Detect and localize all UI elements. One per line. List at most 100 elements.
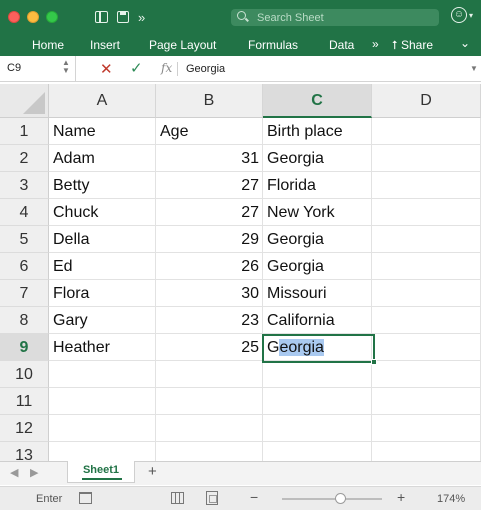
zoom-slider-track[interactable] (282, 498, 382, 500)
name-box[interactable]: C9 ▲ ▼ (0, 56, 76, 81)
cell-b8[interactable]: 23 (156, 307, 263, 334)
cell-b12[interactable] (156, 415, 263, 442)
save-icon[interactable] (117, 11, 129, 23)
cell-a5[interactable]: Della (49, 226, 156, 253)
row-header-10[interactable]: 10 (0, 361, 49, 388)
row-header-1[interactable]: 1 (0, 118, 49, 145)
cell-b13[interactable] (156, 442, 263, 461)
cell-a1[interactable]: Name (49, 118, 156, 145)
cell-d4[interactable] (372, 199, 481, 226)
cell-b10[interactable] (156, 361, 263, 388)
tab-page-layout[interactable]: Page Layout (149, 38, 216, 52)
cell-d10[interactable] (372, 361, 481, 388)
zoom-out-button[interactable]: − (250, 489, 258, 505)
zoom-slider-thumb[interactable] (335, 493, 346, 504)
minimize-window-button[interactable] (27, 11, 39, 23)
feedback-smiley-icon[interactable]: ☺ (451, 7, 467, 23)
formula-input[interactable] (186, 61, 466, 77)
cell-c9[interactable]: Georgia (263, 334, 372, 361)
cell-b4[interactable]: 27 (156, 199, 263, 226)
cell-d2[interactable] (372, 145, 481, 172)
maximize-window-button[interactable] (46, 11, 58, 23)
cell-d13[interactable] (372, 442, 481, 461)
normal-view-icon[interactable] (171, 492, 184, 504)
cell-a4[interactable]: Chuck (49, 199, 156, 226)
cell-c5[interactable]: Georgia (263, 226, 372, 253)
cell-c3[interactable]: Florida (263, 172, 372, 199)
cell-d11[interactable] (372, 388, 481, 415)
row-header-13[interactable]: 13 (0, 442, 49, 461)
close-window-button[interactable] (8, 11, 20, 23)
feedback-caret-icon[interactable]: ▾ (469, 11, 473, 20)
cell-a2[interactable]: Adam (49, 145, 156, 172)
cell-a6[interactable]: Ed (49, 253, 156, 280)
row-header-4[interactable]: 4 (0, 199, 49, 226)
cell-c4[interactable]: New York (263, 199, 372, 226)
column-header-a[interactable]: A (49, 84, 156, 118)
cell-b11[interactable] (156, 388, 263, 415)
row-header-2[interactable]: 2 (0, 145, 49, 172)
row-header-12[interactable]: 12 (0, 415, 49, 442)
cell-b1[interactable]: Age (156, 118, 263, 145)
cell-a12[interactable] (49, 415, 156, 442)
row-header-3[interactable]: 3 (0, 172, 49, 199)
cell-c1[interactable]: Birth place (263, 118, 372, 145)
cell-b3[interactable]: 27 (156, 172, 263, 199)
cell-b5[interactable]: 29 (156, 226, 263, 253)
row-header-7[interactable]: 7 (0, 280, 49, 307)
ribbon-collapse-chevron-icon[interactable]: ⌄ (460, 36, 470, 50)
tab-data[interactable]: Data (329, 38, 354, 52)
cell-d12[interactable] (372, 415, 481, 442)
search-box[interactable] (231, 9, 439, 26)
cell-a9[interactable]: Heather (49, 334, 156, 361)
name-box-stepper-icon[interactable]: ▲ ▼ (62, 59, 70, 75)
column-header-d[interactable]: D (372, 84, 481, 118)
next-sheet-icon[interactable]: ▶ (30, 466, 38, 479)
cell-c2[interactable]: Georgia (263, 145, 372, 172)
cancel-edit-icon[interactable]: ✕ (100, 60, 113, 78)
column-header-c[interactable]: C (263, 84, 372, 118)
cell-c6[interactable]: Georgia (263, 253, 372, 280)
add-sheet-button[interactable]: + (148, 463, 157, 480)
previous-sheet-icon[interactable]: ◀ (10, 466, 18, 479)
cell-d3[interactable] (372, 172, 481, 199)
cell-a7[interactable]: Flora (49, 280, 156, 307)
row-header-11[interactable]: 11 (0, 388, 49, 415)
zoom-in-button[interactable]: + (397, 489, 405, 505)
cell-c8[interactable]: California (263, 307, 372, 334)
cell-d9[interactable] (372, 334, 481, 361)
cell-d5[interactable] (372, 226, 481, 253)
cell-c7[interactable]: Missouri (263, 280, 372, 307)
insert-function-icon[interactable]: fx (161, 61, 172, 75)
tab-insert[interactable]: Insert (90, 38, 120, 52)
share-button[interactable]: ⭡ Share (392, 38, 433, 52)
cell-b9[interactable]: 25 (156, 334, 263, 361)
toolbar-more-icon[interactable]: » (138, 9, 145, 27)
cell-d8[interactable] (372, 307, 481, 334)
cell-b7[interactable]: 30 (156, 280, 263, 307)
sheet-tab-sheet1[interactable]: Sheet1 (67, 461, 135, 483)
cell-a11[interactable] (49, 388, 156, 415)
cell-d1[interactable] (372, 118, 481, 145)
confirm-edit-icon[interactable]: ✓ (130, 59, 143, 77)
cell-a10[interactable] (49, 361, 156, 388)
row-header-5[interactable]: 5 (0, 226, 49, 253)
row-header-6[interactable]: 6 (0, 253, 49, 280)
ribbon-more-icon[interactable]: » (372, 37, 379, 51)
macro-record-icon[interactable] (79, 492, 92, 504)
tab-formulas[interactable]: Formulas (248, 38, 298, 52)
select-all-corner[interactable] (0, 84, 49, 118)
tab-home[interactable]: Home (32, 38, 64, 52)
page-layout-view-icon[interactable] (206, 491, 218, 505)
cell-a13[interactable] (49, 442, 156, 461)
row-header-8[interactable]: 8 (0, 307, 49, 334)
search-input[interactable] (257, 10, 427, 25)
row-header-9[interactable]: 9 (0, 334, 49, 361)
cell-d6[interactable] (372, 253, 481, 280)
cell-a8[interactable]: Gary (49, 307, 156, 334)
cell-b2[interactable]: 31 (156, 145, 263, 172)
cell-c12[interactable] (263, 415, 372, 442)
cell-c10[interactable] (263, 361, 372, 388)
cell-b6[interactable]: 26 (156, 253, 263, 280)
cell-a3[interactable]: Betty (49, 172, 156, 199)
